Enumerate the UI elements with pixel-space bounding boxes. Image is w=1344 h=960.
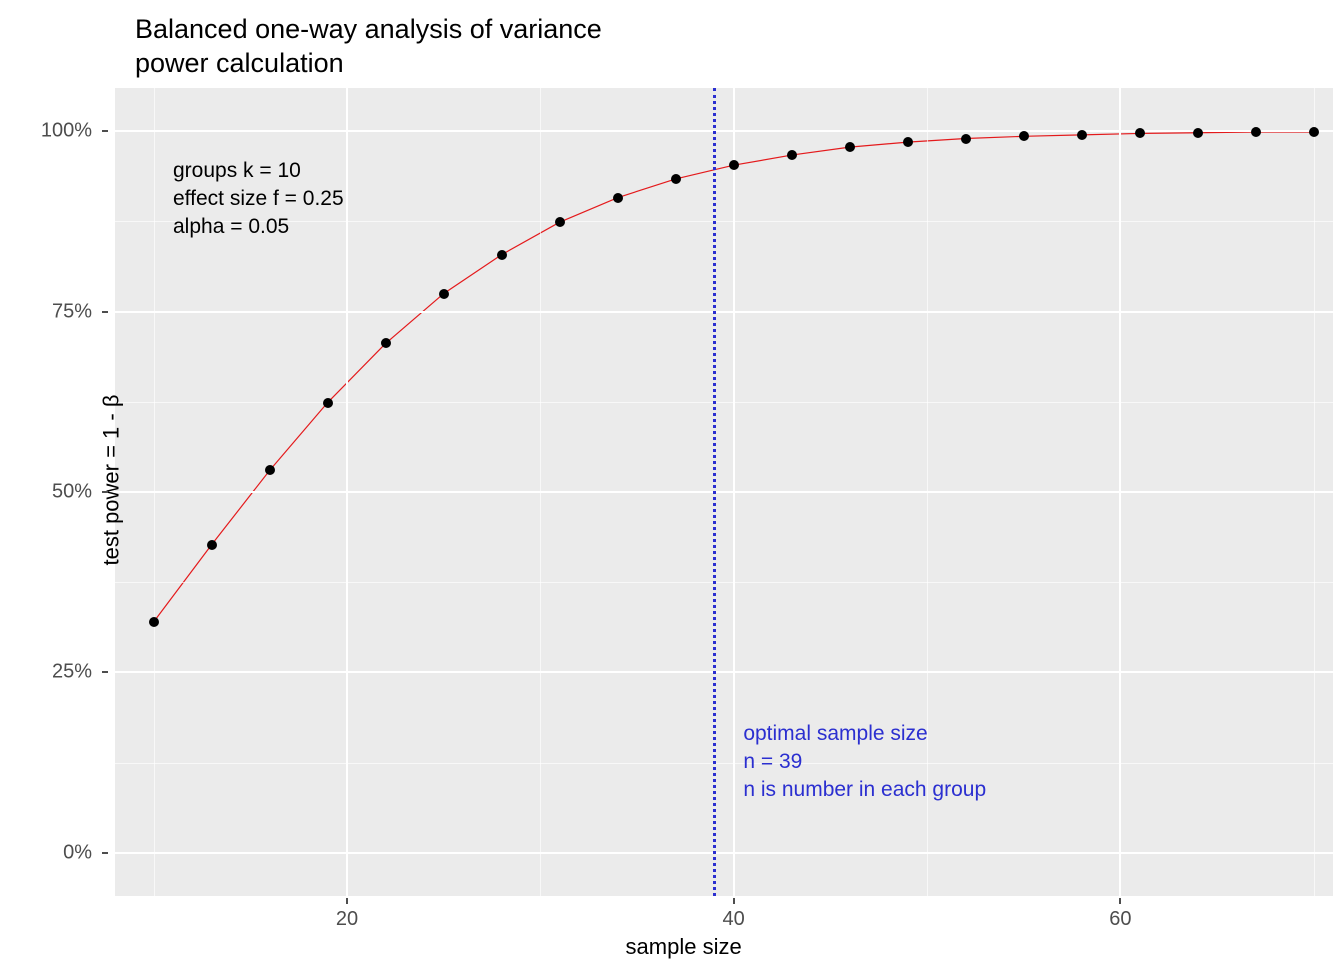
data-point <box>729 160 739 170</box>
grid-h-minor <box>115 763 1333 764</box>
grid-v-major <box>346 88 348 896</box>
y-tick <box>102 130 108 132</box>
x-tick <box>346 898 348 904</box>
data-point <box>613 193 623 203</box>
y-tick <box>102 671 108 673</box>
data-point <box>671 174 681 184</box>
data-point <box>497 250 507 260</box>
data-point <box>845 142 855 152</box>
data-point <box>381 338 391 348</box>
data-point <box>207 540 217 550</box>
data-point <box>961 134 971 144</box>
y-tick-label: 0% <box>63 841 92 864</box>
chart-figure: Balanced one-way analysis of variance po… <box>0 0 1344 960</box>
data-point <box>439 289 449 299</box>
data-point <box>1077 130 1087 140</box>
plot-panel: groups k = 10 effect size f = 0.25 alpha… <box>115 88 1333 896</box>
data-point <box>149 617 159 627</box>
x-tick-label: 20 <box>336 908 358 931</box>
x-tick-label: 60 <box>1109 908 1131 931</box>
x-axis-title: sample size <box>626 934 742 960</box>
chart-title: Balanced one-way analysis of variance po… <box>135 12 602 80</box>
grid-h-major <box>115 852 1333 854</box>
data-point <box>1193 128 1203 138</box>
data-point <box>1135 128 1145 138</box>
y-tick-label: 50% <box>52 481 92 504</box>
x-tick <box>733 898 735 904</box>
annotation-params: groups k = 10 effect size f = 0.25 alpha… <box>173 157 344 241</box>
y-axis-title: test power = 1 - β <box>99 394 125 565</box>
grid-v-minor <box>1314 88 1315 896</box>
y-tick <box>102 852 108 854</box>
data-point <box>265 465 275 475</box>
annotation-optimal: optimal sample size n = 39 n is number i… <box>743 720 986 804</box>
y-tick <box>102 311 108 313</box>
data-point <box>787 150 797 160</box>
data-point <box>1019 131 1029 141</box>
grid-h-minor <box>115 402 1333 403</box>
data-point <box>1251 127 1261 137</box>
grid-h-major <box>115 491 1333 493</box>
grid-v-major <box>1119 88 1121 896</box>
y-tick-label: 75% <box>52 300 92 323</box>
data-point <box>555 217 565 227</box>
grid-h-major <box>115 311 1333 313</box>
vline-optimal-n <box>713 88 716 896</box>
x-tick-label: 40 <box>723 908 745 931</box>
data-point <box>323 398 333 408</box>
x-tick <box>1119 898 1121 904</box>
grid-h-major <box>115 671 1333 673</box>
grid-v-major <box>733 88 735 896</box>
y-tick-label: 100% <box>41 120 92 143</box>
grid-h-minor <box>115 582 1333 583</box>
grid-v-minor <box>540 88 541 896</box>
grid-v-minor <box>154 88 155 896</box>
data-point <box>903 137 913 147</box>
y-tick <box>102 491 108 493</box>
data-point <box>1309 127 1319 137</box>
grid-h-major <box>115 130 1333 132</box>
y-tick-label: 25% <box>52 661 92 684</box>
